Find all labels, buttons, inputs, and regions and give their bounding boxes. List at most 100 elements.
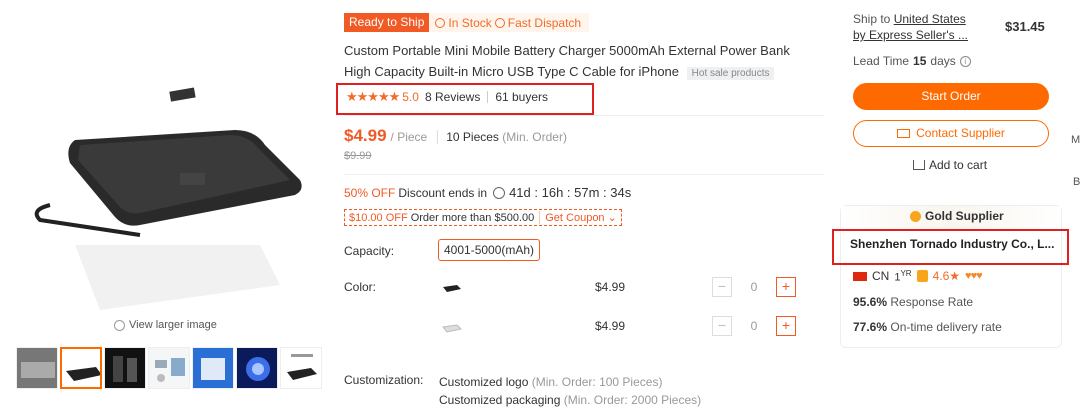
- mail-icon: [897, 129, 911, 138]
- min-order: 10 Pieces (Min. Order): [437, 130, 567, 144]
- capacity-option[interactable]: 4001-5000(mAh): [438, 239, 541, 261]
- coupon-amount: $10.00 OFF: [349, 211, 408, 224]
- in-stock-badge: In Stock Fast Dispatch: [429, 16, 589, 30]
- diamond-rating-icon: ♥♥♥: [965, 270, 983, 283]
- capacity-label: Capacity:: [344, 244, 395, 258]
- supplier-meta: CN 1YR 4.6★ ♥♥♥: [853, 269, 983, 284]
- view-larger-label: View larger image: [129, 319, 217, 331]
- thumbnail[interactable]: [148, 347, 190, 389]
- supplier-country: CN: [872, 269, 890, 284]
- ship-to-prefix: Ship to: [853, 12, 891, 26]
- ready-to-ship-badge: Ready to Ship: [344, 13, 430, 32]
- decrease-button[interactable]: −: [712, 316, 732, 336]
- countdown-value: 41d : 16h : 57m : 34s: [509, 185, 632, 200]
- coupon-condition: Order more than $500.00: [410, 211, 535, 224]
- shipping-method[interactable]: by Express Seller's ...: [853, 28, 968, 42]
- original-price: $9.99: [344, 150, 372, 162]
- quantity-stepper: − 0 +: [712, 277, 796, 297]
- customization-name: Customized logo: [439, 375, 529, 389]
- decrease-button[interactable]: −: [712, 277, 732, 297]
- customization-label: Customization:: [344, 373, 424, 387]
- hot-sale-tag: Hot sale products: [686, 67, 775, 80]
- supplier-years: 1YR: [894, 269, 911, 284]
- check-circle-icon: [435, 17, 446, 28]
- gold-supplier-label: Gold Supplier: [925, 209, 1004, 223]
- thumbnail[interactable]: [60, 347, 102, 389]
- ontime-rate-label: On-time delivery rate: [890, 320, 1002, 334]
- get-coupon-label: Get Coupon: [545, 212, 605, 224]
- quantity-input[interactable]: 0: [732, 280, 776, 294]
- response-rate-label: Response Rate: [890, 295, 974, 309]
- ontime-rate: 77.6% On-time delivery rate: [853, 320, 1002, 334]
- ontime-rate-value: 77.6%: [853, 320, 888, 334]
- fast-dispatch-label: Fast Dispatch: [507, 15, 582, 30]
- thumbnail[interactable]: [16, 347, 58, 389]
- thumbnail[interactable]: [104, 347, 146, 389]
- chevron-down-icon: ⌄: [607, 212, 617, 224]
- lead-time: Lead Time 15 days i: [853, 54, 971, 68]
- increase-button[interactable]: +: [776, 277, 796, 297]
- rating-score: 5.0: [402, 90, 419, 104]
- start-order-button[interactable]: Start Order: [853, 83, 1049, 110]
- shipping-price: $31.45: [1005, 19, 1045, 34]
- view-larger-link[interactable]: View larger image: [114, 319, 217, 331]
- check-circle-icon: [494, 17, 505, 28]
- customization-list: Customized logo (Min. Order: 100 Pieces)…: [439, 373, 701, 409]
- supplier-score: 4.6★: [932, 269, 961, 284]
- divider: [344, 115, 824, 116]
- add-to-cart-label: Add to cart: [929, 158, 988, 172]
- unit-price: $4.99: [344, 126, 387, 145]
- thumbnail[interactable]: [192, 347, 234, 389]
- lead-time-days: 15: [913, 54, 927, 68]
- price-unit: / Piece: [390, 130, 428, 144]
- variant-price: $4.99: [595, 319, 626, 333]
- thumbnail-strip: [16, 347, 322, 389]
- edge-text: B: [1073, 176, 1080, 188]
- increase-button[interactable]: +: [776, 316, 796, 336]
- in-stock-label: In Stock: [448, 15, 492, 30]
- thumbnail[interactable]: [236, 347, 278, 389]
- reviews-link[interactable]: 8 Reviews: [425, 90, 480, 104]
- clock-icon: [493, 186, 506, 199]
- discount-text: Discount ends in: [398, 185, 488, 200]
- thumbnail[interactable]: [280, 347, 322, 389]
- product-title: Custom Portable Mini Mobile Battery Char…: [344, 40, 814, 84]
- discount-percent: 50% OFF: [344, 185, 396, 200]
- add-to-cart-button[interactable]: Add to cart: [913, 158, 987, 172]
- lead-time-label: Lead Time: [853, 54, 910, 68]
- supplier-score-value: 4.6: [932, 269, 950, 284]
- divider: [487, 91, 489, 103]
- main-product-image[interactable]: [20, 85, 310, 315]
- rating-stars: ★★★★★: [346, 89, 400, 104]
- color-swatch-black[interactable]: [440, 276, 464, 298]
- contact-supplier-button[interactable]: Contact Supplier: [853, 120, 1049, 147]
- quantity-input[interactable]: 0: [732, 319, 776, 333]
- shipping-badges: Ready to Ship In Stock Fast Dispatch: [344, 13, 590, 32]
- response-rate: 95.6% Response Rate: [853, 295, 973, 309]
- verified-medal-icon: [916, 270, 928, 283]
- variant-price: $4.99: [595, 280, 626, 294]
- coupon: $10.00 OFF Order more than $500.00 Get C…: [344, 209, 622, 226]
- ship-to: Ship to United States by Express Seller'…: [853, 11, 968, 43]
- min-order-note: (Min. Order): [502, 130, 567, 144]
- china-flag-icon: [853, 271, 867, 281]
- cart-icon: [913, 160, 925, 170]
- color-swatch-white[interactable]: [440, 315, 464, 337]
- product-gallery: View larger image: [0, 0, 322, 405]
- color-label: Color:: [344, 280, 377, 294]
- response-rate-value: 95.6%: [853, 295, 888, 309]
- get-coupon-button[interactable]: Get Coupon ⌄: [539, 211, 617, 224]
- info-icon[interactable]: i: [959, 55, 971, 67]
- discount-row: 50% OFF Discount ends in 41d : 16h : 57m…: [344, 185, 631, 200]
- quantity-stepper: − 0 +: [712, 316, 796, 336]
- min-order-qty: 10 Pieces: [446, 130, 499, 144]
- customization-item: Customized packaging (Min. Order: 2000 P…: [439, 391, 701, 409]
- supplier-name[interactable]: Shenzhen Tornado Industry Co., L...: [850, 237, 1054, 251]
- customization-item: Customized logo (Min. Order: 100 Pieces): [439, 373, 701, 391]
- lead-time-unit: days: [930, 54, 956, 68]
- supplier-years-unit: YR: [900, 269, 912, 278]
- ship-to-country[interactable]: United States: [894, 12, 966, 26]
- contact-supplier-label: Contact Supplier: [916, 126, 1005, 140]
- buyers-count: 61 buyers: [495, 90, 549, 104]
- edge-text: M: [1071, 134, 1080, 146]
